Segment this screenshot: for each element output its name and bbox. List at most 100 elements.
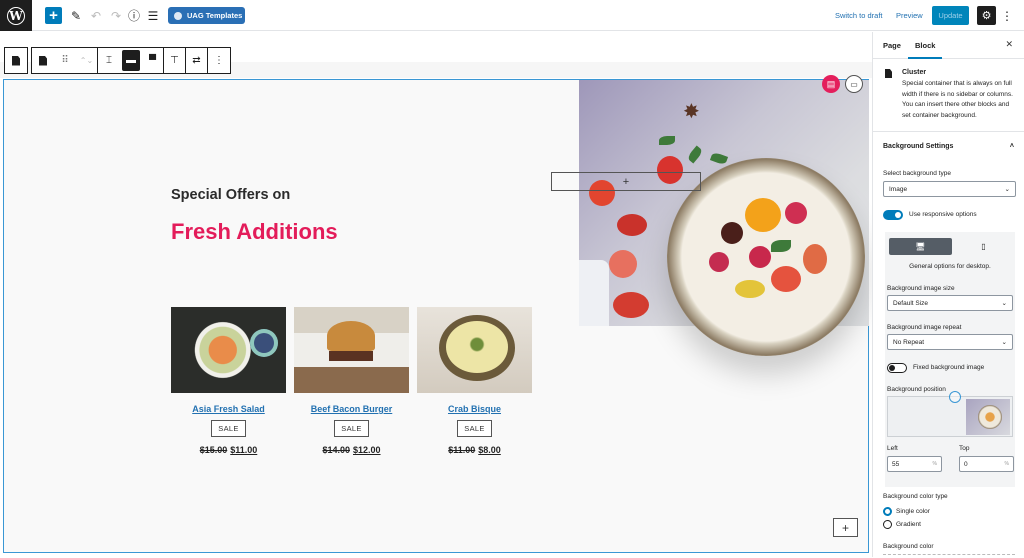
responsive-options-box: 🖥 ▯ General options for desktop. Backgro…	[885, 232, 1015, 487]
background-settings-panel-toggle[interactable]: Background Settings ˄	[873, 132, 1024, 150]
add-block-button[interactable]: +	[45, 7, 62, 24]
raspberry	[785, 202, 807, 224]
product-name-link[interactable]: Crab Bisque	[448, 404, 501, 414]
vertical-align-top-icon[interactable]: ⊤	[164, 48, 186, 73]
strawberry	[803, 244, 827, 274]
passion-fruit	[735, 280, 765, 298]
fixed-bg-toggle[interactable]	[887, 363, 907, 373]
settings-gear-icon[interactable]: ⚙	[977, 6, 996, 25]
sale-badge: SALE	[457, 420, 492, 437]
focal-point-handle[interactable]	[949, 391, 961, 403]
img-repeat-select[interactable]: No Repeat ⌄	[887, 334, 1013, 350]
move-up-down-icon[interactable]: ⌃⌄	[76, 48, 98, 73]
append-block-button[interactable]: +	[833, 518, 858, 537]
align-none-icon[interactable]: ▀	[142, 48, 164, 73]
top-input[interactable]: 0 %	[959, 456, 1014, 472]
bg-color-picker-edge[interactable]	[883, 554, 1015, 558]
radio-gradient[interactable]: Gradient	[883, 520, 921, 529]
bg-type-select[interactable]: Image ⌄	[883, 181, 1016, 197]
product-price: $15.00 $11.00	[200, 445, 258, 455]
settings-sidebar: Page Block ✕ Cluster Special container t…	[872, 32, 1024, 557]
focal-point-picker[interactable]	[887, 396, 1013, 437]
block-type-button[interactable]	[32, 48, 54, 73]
wordpress-logo-button[interactable]: W	[0, 0, 32, 31]
product-card: Asia Fresh Salad SALE $15.00 $11.00	[171, 307, 286, 455]
percent-unit: %	[1004, 461, 1009, 467]
parent-block-group	[4, 47, 28, 74]
align-wide-icon[interactable]: ▬	[122, 50, 140, 71]
img-size-label: Background image size	[887, 285, 955, 292]
leaf-decoration	[659, 136, 675, 145]
chevron-down-icon: ⌄	[1001, 339, 1007, 346]
align-full-icon[interactable]: ⌶	[98, 48, 120, 73]
wordpress-icon: W	[7, 6, 25, 25]
preview-button[interactable]: Preview	[896, 7, 923, 24]
device-note: General options for desktop.	[909, 263, 991, 270]
block-icon	[12, 55, 20, 66]
strawberry-decoration	[617, 214, 647, 236]
select-parent-button[interactable]	[5, 48, 27, 73]
tab-page[interactable]: Page	[883, 41, 901, 50]
redo-icon[interactable]: ↷	[109, 7, 123, 24]
more-options-icon[interactable]: ⋮	[1001, 7, 1013, 24]
img-repeat-label: Background image repeat	[887, 324, 962, 331]
edit-tools-icon[interactable]: ✎	[69, 7, 83, 24]
bg-type-value: Image	[889, 185, 908, 193]
focal-point-preview-image	[966, 399, 1010, 435]
mint-leaf	[771, 240, 791, 252]
editor-top-bar: W + ✎ ↶ ↷ ⓘ ☰ UAG Templates Switch to dr…	[0, 0, 1024, 31]
product-image-burger[interactable]	[294, 307, 409, 393]
product-list: Asia Fresh Salad SALE $15.00 $11.00 Beef …	[171, 307, 532, 455]
cherry	[721, 222, 743, 244]
product-card: Beef Bacon Burger SALE $14.00 $12.00	[294, 307, 409, 455]
list-view-icon[interactable]: ☰	[146, 7, 160, 24]
transform-icon[interactable]: ⇄	[186, 48, 208, 73]
drag-handle-icon[interactable]: ⠿	[54, 48, 76, 73]
radio-label: Gradient	[896, 521, 921, 529]
left-value: 55	[892, 460, 900, 468]
strawberry-decoration	[613, 292, 649, 318]
radio-label: Single color	[896, 508, 930, 516]
block-more-options-icon[interactable]: ⋮	[208, 48, 230, 73]
strawberry	[771, 266, 801, 292]
block-icon	[39, 55, 47, 66]
responsive-options-toggle[interactable]	[883, 210, 903, 220]
sale-price: $11.00	[230, 445, 258, 455]
old-price: $15.00	[199, 445, 228, 455]
percent-unit: %	[932, 461, 937, 467]
add-block-placeholder[interactable]: +	[551, 172, 701, 191]
info-icon[interactable]: ⓘ	[127, 7, 141, 24]
product-name-link[interactable]: Beef Bacon Burger	[311, 404, 393, 414]
orange-slice	[745, 198, 781, 232]
update-button[interactable]: Update	[932, 6, 969, 25]
device-tab-mobile[interactable]: ▯	[952, 238, 1015, 255]
left-input[interactable]: 55 %	[887, 456, 942, 472]
radio-single-color[interactable]: Single color	[883, 507, 930, 516]
close-icon[interactable]: ✕	[1005, 39, 1013, 50]
product-image-salad[interactable]	[171, 307, 286, 393]
old-price: $14.00	[322, 445, 350, 455]
product-name-link[interactable]: Asia Fresh Salad	[192, 404, 265, 414]
product-image-bisque[interactable]	[417, 307, 532, 393]
tab-block[interactable]: Block	[907, 41, 944, 59]
raspberry	[749, 246, 771, 268]
napkin-decoration	[579, 260, 609, 326]
block-description: Special container that is always on full…	[902, 80, 1013, 119]
desktop-preview-icon[interactable]: ▭	[845, 75, 863, 93]
switch-to-draft-button[interactable]: Switch to draft	[835, 7, 883, 24]
chevron-down-icon: ⌄	[1004, 186, 1010, 193]
uag-templates-button[interactable]: UAG Templates	[168, 7, 245, 24]
device-tab-desktop[interactable]: 🖥	[889, 238, 952, 255]
img-size-select[interactable]: Default Size ⌄	[887, 295, 1013, 311]
offers-title: Fresh Additions	[171, 219, 338, 244]
radio-unchecked-icon	[883, 520, 892, 529]
preview-bowl	[978, 405, 1002, 429]
uag-badge-icon[interactable]: ▤	[822, 75, 840, 93]
chevron-down-icon: ⌄	[1001, 300, 1007, 307]
product-price: $14.00 $12.00	[322, 445, 380, 455]
bg-type-label: Select background type	[883, 170, 951, 177]
cluster-block[interactable]: ✸ + ▤ ▭ Special Offers on Fresh Addition…	[3, 75, 869, 553]
bg-position-label: Background position	[887, 386, 946, 393]
undo-icon[interactable]: ↶	[89, 7, 103, 24]
star-anise-decoration: ✸	[683, 101, 700, 123]
